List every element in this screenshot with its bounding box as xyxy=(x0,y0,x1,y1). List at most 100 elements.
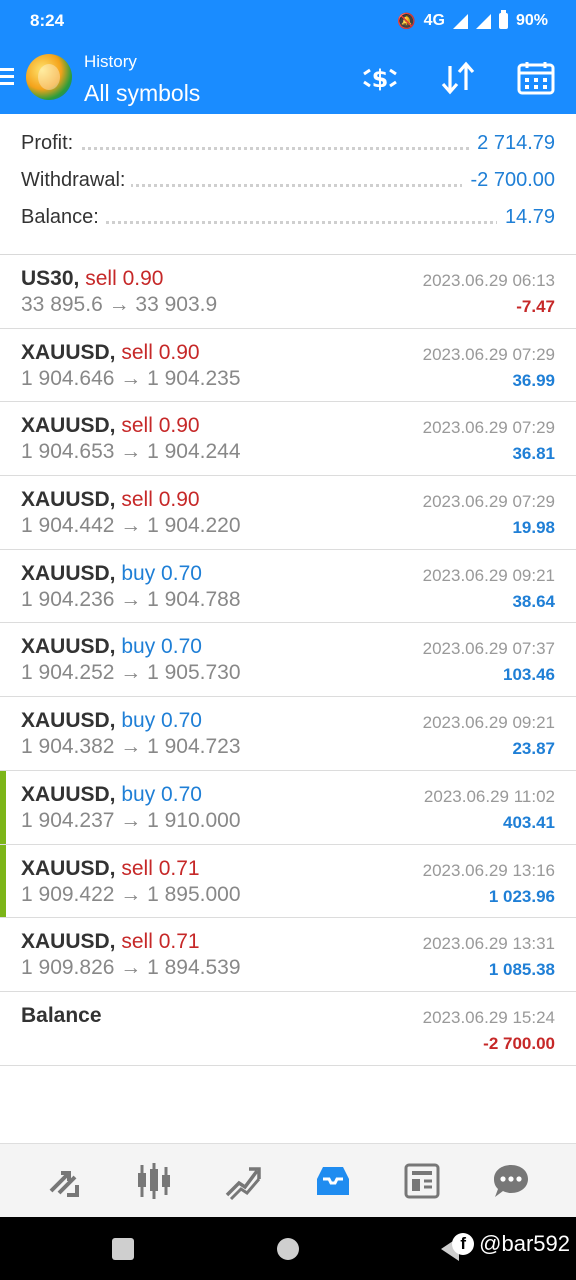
deal-row[interactable]: XAUUSD, buy 0.70 1 904.382 → 1 904.723 2… xyxy=(0,697,576,771)
system-nav-bar: f @bar592 xyxy=(0,1217,576,1280)
summary-label: Withdrawal: xyxy=(21,169,132,192)
deal-time: 2023.06.29 11:02 xyxy=(423,786,555,806)
deal-symbol: XAUUSD, xyxy=(21,488,116,512)
deal-time: 2023.06.29 15:24 xyxy=(422,1007,555,1027)
deal-time: 2023.06.29 09:21 xyxy=(422,565,555,585)
battery-level: 90% xyxy=(515,12,548,29)
deal-side: sell 0.90 xyxy=(121,414,200,438)
deal-prices: 1 904.252 → 1 905.730 xyxy=(21,661,241,685)
calendar-icon[interactable] xyxy=(516,60,556,96)
watermark: f @bar592 xyxy=(452,1231,570,1257)
deal-side: sell 0.90 xyxy=(121,340,200,364)
deal-time: 2023.06.29 07:29 xyxy=(422,492,555,512)
deal-time: 2023.06.29 07:29 xyxy=(422,418,555,438)
page-title: History xyxy=(84,52,137,71)
deal-row[interactable]: XAUUSD, sell 0.90 1 904.646 → 1 904.235 … xyxy=(0,329,576,403)
signal-icon xyxy=(452,13,468,29)
balance-row[interactable]: Balance 2023.06.29 15:24 -2 700.00 xyxy=(0,992,576,1066)
summary-profit: Profit: 2 714.79 xyxy=(0,124,576,161)
deal-symbol: XAUUSD, xyxy=(21,709,116,733)
deal-time: 2023.06.29 07:29 xyxy=(422,344,555,364)
deal-side: sell 0.90 xyxy=(121,488,200,512)
deal-profit: 38.64 xyxy=(512,591,555,611)
symbol-filter[interactable]: All symbols xyxy=(84,80,200,107)
deal-time: 2023.06.29 13:16 xyxy=(422,860,555,880)
summary-panel: Profit: 2 714.79 Withdrawal: -2 700.00 B… xyxy=(0,124,576,235)
sort-icon[interactable] xyxy=(438,60,478,96)
battery-icon xyxy=(498,10,508,29)
deal-side: buy 0.70 xyxy=(121,709,202,733)
chart-icon[interactable] xyxy=(132,1159,176,1203)
deal-profit: 23.87 xyxy=(512,739,555,759)
home-button[interactable] xyxy=(277,1238,299,1260)
deal-profit: 1 085.38 xyxy=(488,960,555,980)
deal-profit: -2 700.00 xyxy=(483,1033,555,1053)
deal-row[interactable]: XAUUSD, sell 0.71 1 909.826 → 1 894.539 … xyxy=(0,918,576,992)
deal-row[interactable]: XAUUSD, sell 0.90 1 904.442 → 1 904.220 … xyxy=(0,476,576,550)
deal-time: 2023.06.29 13:31 xyxy=(422,934,555,954)
deal-row[interactable]: XAUUSD, buy 0.70 1 904.236 → 1 904.788 2… xyxy=(0,550,576,624)
deal-row[interactable]: US30, sell 0.90 33 895.6 → 33 903.9 2023… xyxy=(0,255,576,329)
deal-profit: 36.81 xyxy=(512,444,555,464)
deal-row[interactable]: XAUUSD, buy 0.70 1 904.252 → 1 905.730 2… xyxy=(0,623,576,698)
facebook-icon: f xyxy=(452,1233,475,1255)
deal-time: 2023.06.29 09:21 xyxy=(422,713,555,733)
deal-symbol: XAUUSD, xyxy=(21,635,116,659)
summary-label: Balance: xyxy=(21,206,105,229)
deal-prices: 1 909.422 → 1 895.000 xyxy=(21,882,241,906)
deal-side: buy 0.70 xyxy=(121,561,202,585)
history-icon[interactable] xyxy=(311,1159,355,1203)
deal-side: sell 0.90 xyxy=(85,267,164,290)
status-bar: 8:24 🔕 4G 90% xyxy=(0,0,576,42)
deal-symbol: XAUUSD, xyxy=(21,782,116,806)
deals-list: US30, sell 0.90 33 895.6 → 33 903.9 2023… xyxy=(0,255,576,1066)
summary-value: -2 700.00 xyxy=(462,169,555,192)
deal-row[interactable]: XAUUSD, sell 0.71 1 909.422 → 1 895.000 … xyxy=(0,844,576,919)
deal-profit: 19.98 xyxy=(512,518,555,538)
summary-label: Profit: xyxy=(21,132,80,155)
deal-side: sell 0.71 xyxy=(121,930,200,954)
deal-profit: 36.99 xyxy=(512,370,555,390)
deal-time: 2023.06.29 07:37 xyxy=(422,639,555,659)
deal-symbol: XAUUSD, xyxy=(21,340,116,364)
messages-icon[interactable] xyxy=(489,1159,533,1203)
recents-button[interactable] xyxy=(112,1238,134,1260)
deal-profit: 403.41 xyxy=(503,812,555,832)
deal-symbol: XAUUSD, xyxy=(21,856,116,880)
deal-symbol: XAUUSD, xyxy=(21,414,116,438)
deposit-withdrawal-icon[interactable]: $ xyxy=(360,60,400,96)
deal-prices: 1 904.653 → 1 904.244 xyxy=(21,440,241,464)
summary-balance: Balance: 14.79 xyxy=(0,198,576,235)
svg-text:$: $ xyxy=(372,65,389,93)
deal-side: sell 0.71 xyxy=(121,856,200,880)
deal-profit: 103.46 xyxy=(503,665,555,685)
menu-icon[interactable] xyxy=(0,68,14,86)
deal-side: buy 0.70 xyxy=(121,782,202,806)
trade-icon[interactable] xyxy=(221,1159,265,1203)
summary-value: 2 714.79 xyxy=(469,132,555,155)
deal-side: buy 0.70 xyxy=(121,635,202,659)
summary-withdrawal: Withdrawal: -2 700.00 xyxy=(0,161,576,198)
deal-profit: -7.47 xyxy=(516,297,555,316)
deal-symbol: XAUUSD, xyxy=(21,561,116,585)
deal-symbol: XAUUSD, xyxy=(21,930,116,954)
quotes-icon[interactable] xyxy=(43,1159,87,1203)
signal-icon-2 xyxy=(475,13,491,29)
deal-prices: 33 895.6 → 33 903.9 xyxy=(21,293,218,316)
deal-symbol: US30, xyxy=(21,267,80,290)
deal-row[interactable]: XAUUSD, buy 0.70 1 904.237 → 1 910.000 2… xyxy=(0,770,576,845)
deal-prices: 1 904.442 → 1 904.220 xyxy=(21,514,241,538)
deal-row[interactable]: XAUUSD, sell 0.90 1 904.653 → 1 904.244 … xyxy=(0,402,576,477)
app-bar: History All symbols $ xyxy=(0,42,576,114)
deal-prices: 1 904.236 → 1 904.788 xyxy=(21,587,241,611)
watermark-text: @bar592 xyxy=(479,1231,570,1256)
mute-icon: 🔕 xyxy=(396,13,416,30)
status-time: 8:24 xyxy=(30,11,65,30)
summary-value: 14.79 xyxy=(496,206,555,229)
app-logo xyxy=(26,54,72,100)
deal-prices: 1 904.382 → 1 904.723 xyxy=(21,735,241,759)
bottom-nav xyxy=(0,1143,576,1217)
deal-prices: 1 909.826 → 1 894.539 xyxy=(21,956,241,980)
network-type: 4G xyxy=(423,12,445,29)
news-icon[interactable] xyxy=(400,1159,444,1203)
